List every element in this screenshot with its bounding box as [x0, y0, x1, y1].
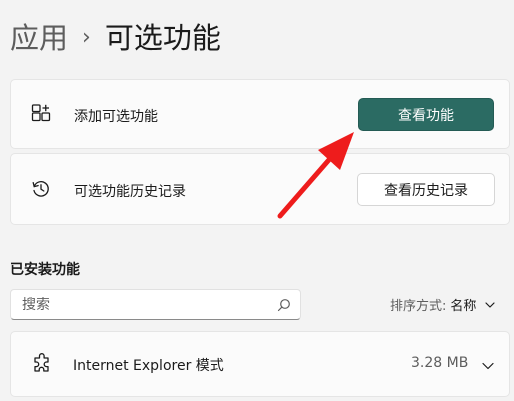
- sort-dropdown[interactable]: 排序方式: 名称: [390, 295, 496, 314]
- breadcrumb-separator: ›: [82, 25, 91, 50]
- breadcrumb: 应用 › 可选功能: [10, 18, 221, 58]
- puzzle-piece-icon: [31, 353, 53, 375]
- search-box[interactable]: [10, 289, 301, 320]
- breadcrumb-apps-link[interactable]: 应用: [10, 18, 68, 58]
- expand-chevron-icon[interactable]: [481, 358, 495, 372]
- chevron-down-icon: [484, 299, 496, 311]
- sort-value: 名称: [450, 299, 477, 314]
- add-feature-label: 添加可选功能: [74, 109, 158, 125]
- sort-label: 排序方式:: [390, 299, 447, 314]
- history-icon: [30, 178, 52, 200]
- view-history-button[interactable]: 查看历史记录: [357, 173, 495, 206]
- search-input[interactable]: [22, 296, 262, 313]
- history-label: 可选功能历史记录: [74, 184, 186, 200]
- add-apps-icon: [30, 103, 52, 125]
- feature-size: 3.28 MB: [411, 355, 469, 371]
- page-title: 可选功能: [104, 21, 221, 55]
- feature-name: Internet Explorer 模式: [73, 358, 224, 374]
- view-features-button[interactable]: 查看功能: [358, 98, 494, 131]
- installed-features-title: 已安装功能: [10, 262, 80, 278]
- feature-history-card: 可选功能历史记录 查看历史记录: [10, 153, 510, 225]
- add-feature-card: 添加可选功能 查看功能: [10, 79, 510, 149]
- search-icon: [277, 297, 291, 312]
- feature-list-item[interactable]: Internet Explorer 模式 3.28 MB: [10, 331, 510, 397]
